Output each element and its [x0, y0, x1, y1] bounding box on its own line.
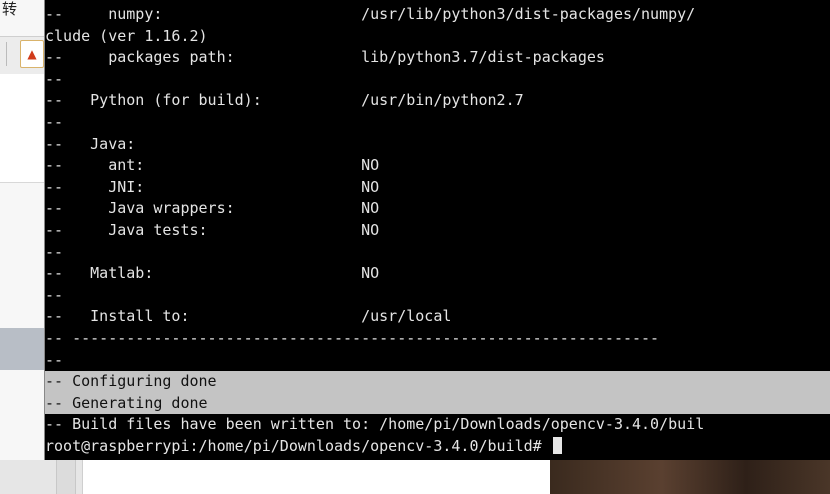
terminal-line: -- Java tests: NO — [45, 221, 380, 239]
terminal-line: clude (ver 1.16.2) — [45, 26, 208, 45]
terminal-line: -- — [45, 285, 64, 304]
terminal-line: -- numpy: /usr/lib/python3/dist-packages… — [45, 5, 696, 23]
background-window-title: 转 — [2, 0, 18, 18]
terminal-line: -- JNI: NO — [45, 177, 380, 196]
terminal-line: -- Python (for build): /usr/bin/python2.… — [45, 91, 524, 110]
text-cursor — [552, 437, 562, 454]
scrollbar[interactable] — [56, 460, 76, 494]
panel-divider — [0, 182, 44, 183]
terminal-line: -- — [45, 69, 64, 88]
terminal-line: -- Java wrappers: NO — [45, 199, 380, 218]
selected-list-item[interactable] — [0, 328, 44, 370]
terminal-line: -- Matlab: NO — [45, 264, 380, 283]
terminal-line: -- -------------------------------------… — [45, 329, 660, 347]
terminal-line-selected: -- Configuring done — [45, 371, 830, 393]
terminal-line: -- packages path: lib/python3.7/dist-pac… — [45, 48, 605, 67]
terminal-prompt-line[interactable]: root@raspberrypi:/home/pi/Downloads/open… — [45, 436, 830, 458]
background-panel — [0, 74, 44, 182]
terminal-line: -- Build files have been written to: /ho… — [45, 415, 705, 434]
terminal-line: -- — [45, 113, 64, 131]
terminal-line: -- — [45, 242, 64, 261]
shell-prompt: root@raspberrypi:/home/pi/Downloads/open… — [45, 437, 551, 455]
toolbar-separator — [6, 42, 7, 66]
home-icon[interactable]: ▲ — [20, 40, 44, 68]
terminal-line: -- ant: NO — [45, 156, 380, 175]
terminal-line: -- Java: — [45, 134, 136, 153]
terminal-window[interactable]: -- numpy: /usr/lib/python3/dist-packages… — [44, 0, 830, 460]
background-content-pane — [82, 460, 551, 494]
background-image — [550, 460, 830, 494]
terminal-line-selected: -- Generating done — [45, 392, 830, 415]
terminal-line: -- Install to: /usr/local — [45, 307, 452, 326]
terminal-line: -- — [45, 350, 64, 369]
